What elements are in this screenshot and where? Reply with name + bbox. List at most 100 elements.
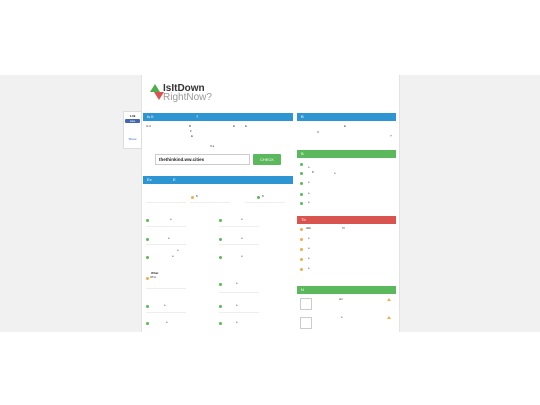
site-label[interactable]: a: [236, 304, 237, 307]
down-item[interactable]: a: [308, 247, 309, 250]
intro-text-3: E: [233, 124, 236, 128]
facebook-like-button[interactable]: Like: [125, 119, 140, 123]
up-arrow-icon: [150, 84, 160, 92]
logo-subtitle: RightNow?: [163, 92, 212, 103]
site-label[interactable]: a: [164, 304, 165, 307]
status-dot: [191, 196, 194, 199]
news-item[interactable]: a: [341, 316, 342, 319]
down-panel-title: Tb: [301, 217, 306, 222]
status-dot: [146, 277, 149, 280]
status-dot: [219, 322, 222, 325]
site-label[interactable]: a: [236, 282, 237, 285]
intro-text-4: E: [245, 124, 248, 128]
status-dot: [300, 268, 303, 271]
status-dot: [146, 322, 149, 325]
status-dot: [219, 256, 222, 259]
divider: [190, 202, 230, 203]
up-item[interactable]: a: [308, 181, 309, 184]
divider: [219, 312, 259, 313]
site-label[interactable]: a: [241, 237, 242, 240]
recent-panel-title: Ex: [147, 177, 152, 182]
url-input[interactable]: thethinkind.ww.cities: [155, 154, 250, 165]
site-label[interactable]: B: [196, 195, 198, 198]
site-label[interactable]: a: [168, 237, 169, 240]
status-dot: [300, 258, 303, 261]
status-dot: [300, 202, 303, 205]
divider: [146, 312, 186, 313]
recent-panel-title-mark: E: [173, 177, 176, 182]
status-dot: [300, 238, 303, 241]
check-panel-title: Is It: [147, 114, 154, 119]
intro-line2-b: E: [191, 134, 194, 138]
site-label[interactable]: a: [177, 249, 178, 252]
side-info-title: B: [301, 114, 304, 119]
status-dot: [146, 238, 149, 241]
status-dot: [300, 163, 303, 166]
site-logo[interactable]: IsItDown RightNow?: [150, 83, 230, 104]
status-dot: [300, 248, 303, 251]
down-item-mark: Tb: [342, 227, 346, 230]
up-item[interactable]: a: [308, 201, 309, 204]
status-dot: [257, 196, 260, 199]
status-dot: [300, 193, 303, 196]
down-panel-header: Tb: [297, 216, 396, 224]
divider: [219, 292, 259, 293]
up-item[interactable]: a: [308, 166, 309, 169]
up-panel-title: B: [301, 151, 304, 156]
check-panel-title-mark: ?: [196, 114, 199, 119]
status-dot: [146, 256, 149, 259]
divider: [219, 226, 259, 227]
down-item[interactable]: a: [308, 267, 309, 270]
intro-line3: If a: [210, 144, 215, 148]
up-item[interactable]: a: [308, 192, 309, 195]
intro-text-2: B: [189, 124, 192, 128]
side-info-mark: ?: [390, 134, 392, 138]
status-dot: [300, 172, 303, 175]
status-dot: [300, 182, 303, 185]
check-button[interactable]: CHECK: [253, 154, 281, 165]
site-label[interactable]: B: [262, 195, 264, 198]
what-title: What: [151, 271, 159, 275]
divider: [146, 244, 186, 245]
recent-panel-header: Ex E: [143, 176, 293, 184]
site-label[interactable]: a: [166, 321, 167, 324]
check-panel-header: Is It ?: [143, 113, 293, 121]
divider: [245, 202, 285, 203]
divider: [146, 202, 186, 203]
status-dot: [219, 219, 222, 222]
up-panel-header: B: [297, 150, 396, 158]
up-item[interactable]: B: [312, 171, 314, 174]
social-share-box: 1.6k Like Share: [123, 111, 142, 149]
news-panel-header: N: [297, 286, 396, 294]
up-item[interactable]: a: [334, 172, 335, 175]
status-dot: [219, 238, 222, 241]
like-count: 1.6k: [129, 114, 136, 118]
intro-text-1: Is It: [146, 124, 151, 128]
news-thumbnail[interactable]: [300, 298, 312, 310]
status-dot: [146, 305, 149, 308]
news-thumbnail[interactable]: [300, 317, 312, 329]
site-label[interactable]: a: [236, 321, 237, 324]
facebook-share-button[interactable]: Share: [125, 137, 140, 141]
down-item[interactable]: a: [308, 237, 309, 240]
down-item[interactable]: nhh: [306, 227, 311, 230]
divider: [219, 244, 259, 245]
what-item[interactable]: Whol: [150, 276, 156, 279]
status-dot: [300, 228, 303, 231]
status-dot: [146, 219, 149, 222]
down-item[interactable]: a: [308, 257, 309, 260]
status-dot: [219, 283, 222, 286]
site-label[interactable]: a: [241, 255, 242, 258]
intro-line2-a: F: [190, 129, 192, 133]
divider: [146, 288, 186, 289]
news-item[interactable]: aht: [339, 298, 343, 301]
site-label[interactable]: a: [241, 218, 242, 221]
site-label[interactable]: a: [170, 218, 171, 221]
site-label[interactable]: a: [172, 255, 173, 258]
warning-icon: [387, 298, 391, 301]
status-dot: [219, 305, 222, 308]
warning-icon: [387, 316, 391, 319]
divider: [146, 226, 186, 227]
news-panel-title: N: [301, 287, 304, 292]
side-info-line1: E: [344, 124, 347, 128]
